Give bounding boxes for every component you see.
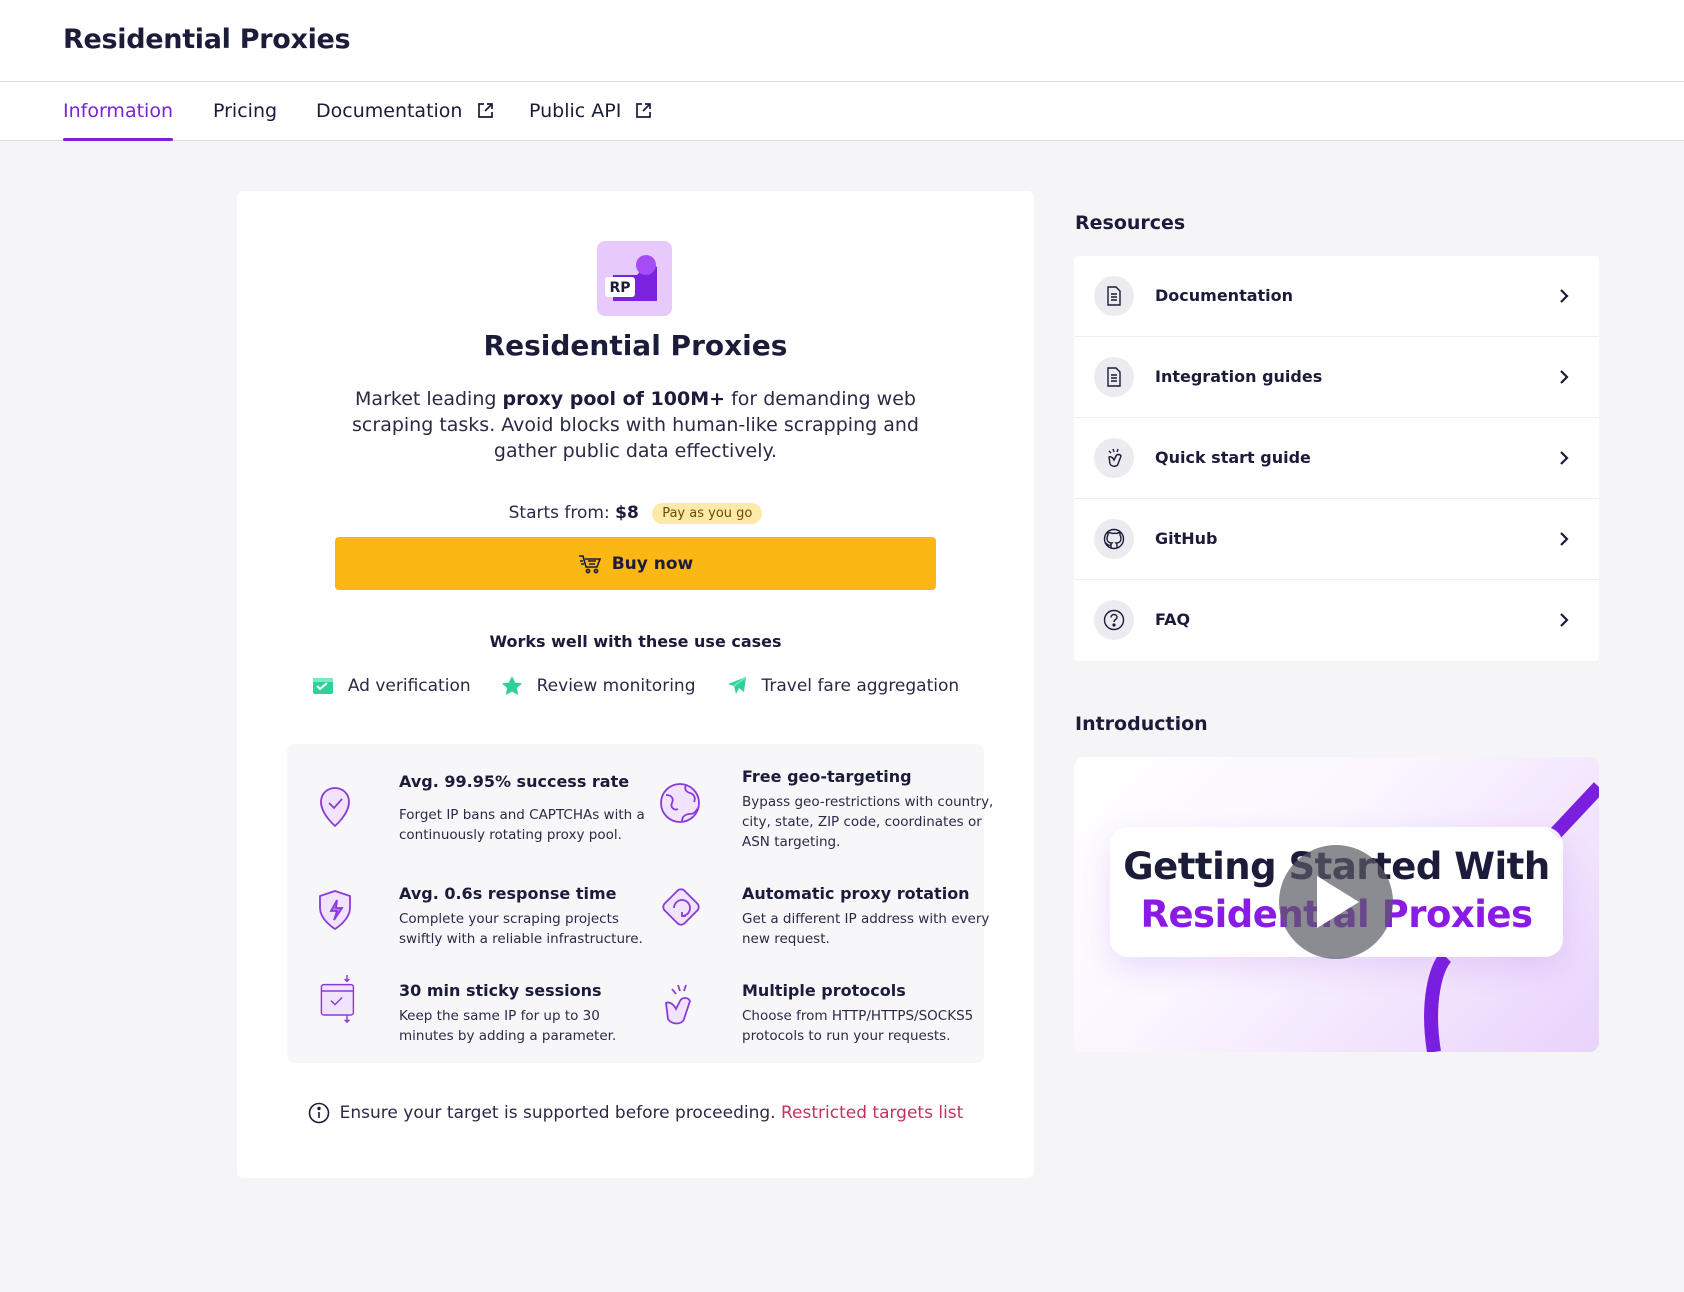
shield-check-icon <box>320 787 350 828</box>
external-link-icon <box>636 103 652 118</box>
hand-wave-icon <box>1108 448 1122 467</box>
tab-bar: Information Pricing Documentation Public… <box>0 82 1684 141</box>
svg-text:RP: RP <box>609 280 630 296</box>
residential-proxies-logo-icon: RP <box>605 255 657 301</box>
resource-documentation[interactable]: Documentation <box>1074 256 1599 337</box>
product-card: RP Residential Proxies Market leading pr… <box>237 191 1034 1178</box>
restricted-targets-notice: Ensure your target is supported before p… <box>237 1102 1034 1124</box>
resource-github[interactable]: GitHub <box>1074 499 1599 580</box>
chevron-right-icon <box>1560 613 1569 627</box>
question-icon <box>1103 609 1125 631</box>
airplane-icon <box>727 676 746 694</box>
globe-icon <box>660 783 700 823</box>
document-icon <box>1107 367 1121 387</box>
protocols-icon <box>665 984 691 1025</box>
external-link-icon <box>477 103 493 118</box>
chevron-right-icon <box>1560 289 1569 303</box>
play-button[interactable] <box>1279 845 1393 959</box>
tab-pricing[interactable]: Pricing <box>213 82 277 141</box>
chevron-right-icon <box>1560 532 1569 546</box>
cart-icon <box>578 554 601 573</box>
restricted-targets-link[interactable]: Restricted targets list <box>781 1103 963 1123</box>
info-icon <box>308 1102 329 1124</box>
document-icon <box>1107 286 1121 306</box>
page-title: Residential Proxies <box>63 24 351 55</box>
tab-documentation[interactable]: Documentation <box>316 82 494 141</box>
use-cases-title: Works well with these use cases <box>489 632 782 651</box>
page-header: Residential Proxies <box>0 0 1684 82</box>
features-panel: Avg. 99.95% success rate Forget IP bans … <box>287 744 993 1063</box>
buy-now-button[interactable]: Buy now <box>335 537 936 590</box>
github-icon <box>1103 528 1125 550</box>
use-cases-list: Ad verification Review monitoring Travel… <box>237 675 1034 697</box>
sticky-session-icon <box>320 975 355 1023</box>
shield-lightning-icon <box>319 890 351 931</box>
product-description: Market leading proxy pool of 100M+ for d… <box>352 388 919 462</box>
resource-quick-start-guide[interactable]: Quick start guide <box>1074 418 1599 499</box>
introduction-title: Introduction <box>1075 713 1208 735</box>
price-info: Starts from: $8 Pay as you go <box>237 503 1034 524</box>
ad-verification-icon <box>312 678 333 694</box>
chevron-right-icon <box>1560 451 1569 465</box>
use-case-ad-verification: Ad verification <box>312 675 471 697</box>
use-case-travel-fare-aggregation: Travel fare aggregation <box>726 675 959 697</box>
chevron-right-icon <box>1560 370 1569 384</box>
tab-information[interactable]: Information <box>63 82 173 141</box>
use-case-review-monitoring: Review monitoring <box>501 675 696 697</box>
resources-title: Resources <box>1075 212 1186 234</box>
rotation-icon <box>662 888 700 926</box>
resource-faq[interactable]: FAQ <box>1074 580 1599 661</box>
resource-integration-guides[interactable]: Integration guides <box>1074 337 1599 418</box>
pricing-badge: Pay as you go <box>652 503 763 524</box>
play-icon <box>1317 876 1359 928</box>
star-icon <box>501 676 522 696</box>
resources-list: Documentation Integration guides Quick s… <box>1074 256 1599 661</box>
intro-video[interactable]: Getting Started With Residential Proxies <box>1074 757 1599 1052</box>
product-title: Residential Proxies <box>483 329 788 362</box>
tab-public-api[interactable]: Public API <box>529 82 652 141</box>
product-logo: RP <box>597 241 672 316</box>
price-value: $8 <box>615 503 639 523</box>
